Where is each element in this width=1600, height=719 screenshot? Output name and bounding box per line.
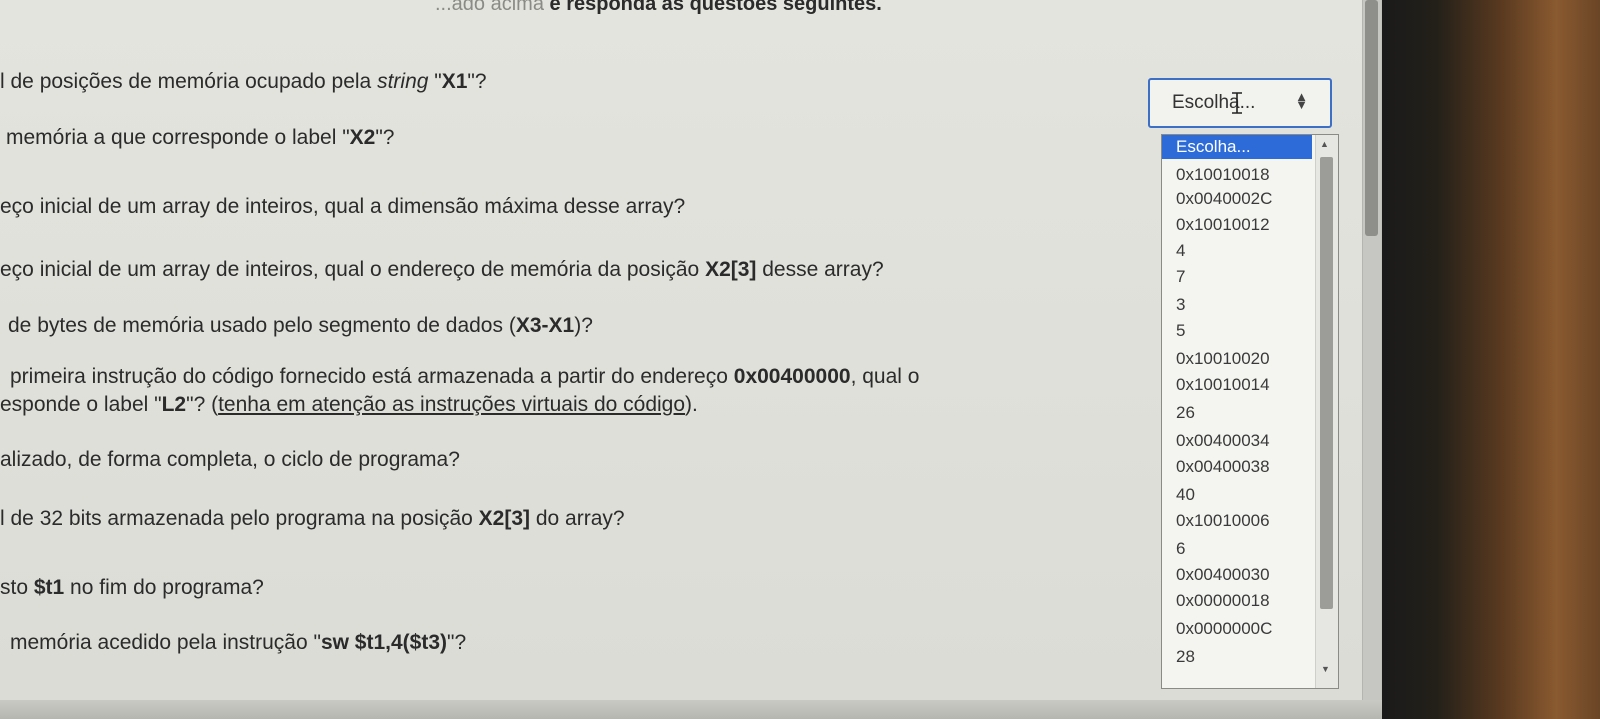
question-6-continued: esponde o label "L2"? (tenha em atenção … xyxy=(0,393,698,416)
option[interactable]: 0x10010006 xyxy=(1176,511,1270,531)
question-3: eço inicial de um array de inteiros, qua… xyxy=(0,195,686,218)
options-scrollbar[interactable]: ▲ ▼ xyxy=(1315,135,1338,688)
scroll-up-icon[interactable]: ▲ xyxy=(1320,139,1329,149)
question-5: de bytes de memória usado pelo segmento … xyxy=(8,314,593,337)
option[interactable]: 6 xyxy=(1176,539,1185,559)
option[interactable]: 28 xyxy=(1176,647,1195,667)
option[interactable]: 5 xyxy=(1176,321,1185,341)
screen: ...ado acima e responda às questões segu… xyxy=(0,0,1600,719)
question-7: alizado, de forma completa, o ciclo de p… xyxy=(0,448,460,471)
option[interactable]: 0x0000000C xyxy=(1176,619,1272,639)
scroll-down-icon[interactable]: ▼ xyxy=(1321,664,1330,674)
question-9: sto $t1 no fim do programa? xyxy=(0,576,264,599)
option[interactable]: 0x0040002C xyxy=(1176,189,1272,209)
updown-chevron-icon: ▲ ▼ xyxy=(1295,89,1308,112)
option[interactable]: 3 xyxy=(1176,295,1185,315)
option[interactable]: 4 xyxy=(1176,241,1185,261)
option[interactable]: 0x10010014 xyxy=(1176,375,1270,395)
heading-text: e responda às questões seguintes. xyxy=(549,0,882,15)
question-4: eço inicial de um array de inteiros, qua… xyxy=(0,258,884,281)
quiz-page: ...ado acima e responda às questões segu… xyxy=(0,0,1362,700)
answer-options-list[interactable]: Escolha... 0x10010018 0x0040002C 0x10010… xyxy=(1161,134,1339,689)
page-scrollbar[interactable] xyxy=(1362,0,1381,700)
page-scrollbar-thumb[interactable] xyxy=(1365,0,1378,236)
option[interactable]: 40 xyxy=(1176,485,1195,505)
option[interactable]: 0x00400038 xyxy=(1176,457,1270,477)
option-escolha[interactable]: Escolha... xyxy=(1162,135,1312,159)
heading-faded-text: ...ado acima xyxy=(435,0,544,15)
option[interactable]: 0x00400030 xyxy=(1176,565,1270,585)
answer-select[interactable]: Escolha... ▲ ▼ xyxy=(1148,78,1332,128)
option[interactable]: 7 xyxy=(1176,267,1185,287)
question-8: l de 32 bits armazenada pelo programa na… xyxy=(0,507,625,530)
question-10: memória acedido pela instrução "sw $t1,4… xyxy=(10,631,467,654)
option[interactable]: 0x00000018 xyxy=(1176,591,1270,611)
option[interactable]: 0x00400034 xyxy=(1176,431,1270,451)
instruction-heading: ...ado acima e responda às questões segu… xyxy=(435,0,882,16)
option[interactable]: 0x10010018 xyxy=(1176,165,1270,185)
screen-bottom-edge xyxy=(0,700,1382,719)
option[interactable]: 0x10010020 xyxy=(1176,349,1270,369)
question-2: memória a que corresponde o label "X2"? xyxy=(6,126,395,149)
monitor-bezel xyxy=(1382,0,1600,719)
text-cursor-icon xyxy=(1232,92,1242,114)
option[interactable]: 26 xyxy=(1176,403,1195,423)
options-scrollbar-thumb[interactable] xyxy=(1320,157,1333,609)
option[interactable]: 0x10010012 xyxy=(1176,215,1270,235)
question-6: primeira instrução do código fornecido e… xyxy=(10,365,920,388)
question-1: l de posições de memória ocupado pela st… xyxy=(0,70,487,93)
